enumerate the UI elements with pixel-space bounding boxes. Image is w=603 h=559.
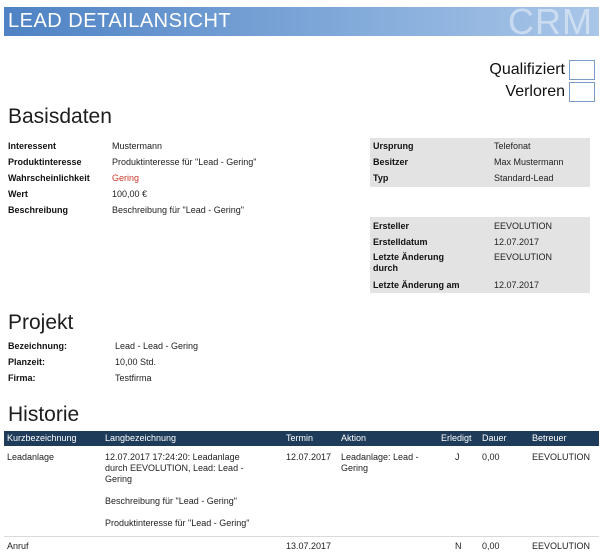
cell-erledigt: J <box>455 452 460 462</box>
column-header-erledigt[interactable]: Erledigt <box>441 433 472 443</box>
flag-verloren: Verloren <box>505 81 595 103</box>
field-value: 10,00 Std. <box>115 357 157 367</box>
meta-block: Ersteller EEVOLUTION Erstelldatum 12.07.… <box>370 217 590 293</box>
field-value: Testfirma <box>115 373 152 383</box>
field-key: Letzte Änderung durch <box>373 252 444 273</box>
cell-dauer: 0,00 <box>482 452 500 462</box>
cell-line: Produktinteresse für "Lead - Gering" <box>105 518 250 528</box>
field-wahrscheinlichkeit: Wahrscheinlichkeit Gering <box>8 170 256 186</box>
field-value: Max Mustermann <box>494 157 564 167</box>
field-key: Typ <box>373 173 389 183</box>
verloren-checkbox[interactable] <box>569 82 595 102</box>
field-value: Beschreibung für "Lead - Gering" <box>112 205 244 215</box>
table-row[interactable]: Anruf 13.07.2017 N 0,00 EEVOLUTION <box>4 541 599 555</box>
cell-line: Leadanlage: Lead - <box>341 452 419 462</box>
section-title-historie: Historie <box>8 403 80 426</box>
flag-label-verloren: Verloren <box>505 83 565 100</box>
field-key: Ursprung <box>373 141 414 151</box>
field-firma: Firma: Testfirma <box>8 370 198 386</box>
field-key: Interessent <box>8 141 57 151</box>
cell-langbezeichnung: 12.07.2017 17:24:20: Leadanlage durch EE… <box>105 452 283 529</box>
column-header-termin[interactable]: Termin <box>286 433 313 443</box>
field-value: Standard-Lead <box>494 173 554 183</box>
field-key: Wahrscheinlichkeit <box>8 173 90 183</box>
field-key: Beschreibung <box>8 205 69 215</box>
field-key: Besitzer <box>373 157 409 167</box>
source-block: Ursprung Telefonat Besitzer Max Musterma… <box>370 138 590 187</box>
field-value: 12.07.2017 <box>494 280 540 290</box>
history-table-header: Kurzbezeichnung Langbezeichnung Termin A… <box>4 431 599 446</box>
field-key: Wert <box>8 189 28 199</box>
field-key: Planzeit: <box>8 357 46 367</box>
probability-value: Gering <box>112 173 140 183</box>
field-key: Bezeichnung: <box>8 341 68 351</box>
cell-line: Beschreibung für "Lead - Gering" <box>105 496 237 506</box>
table-row[interactable]: Leadanlage 12.07.2017 17:24:20: Leadanla… <box>4 452 599 536</box>
flag-qualifiziert: Qualifiziert <box>489 59 595 81</box>
cell-kurzbezeichnung: Leadanlage <box>7 452 55 462</box>
cell-dauer: 0,00 <box>482 541 500 551</box>
cell-kurzbezeichnung: Anruf <box>7 541 29 551</box>
cell-betreuer: EEVOLUTION <box>532 452 591 462</box>
cell-line: 12.07.2017 17:24:20: Leadanlage <box>105 452 240 462</box>
field-key: Produktinteresse <box>8 157 82 167</box>
column-header-dauer[interactable]: Dauer <box>482 433 507 443</box>
section-title-basisdaten: Basisdaten <box>8 105 112 128</box>
row-divider <box>4 536 599 537</box>
field-value: 100,00 € <box>112 189 148 199</box>
field-planzeit: Planzeit: 10,00 Std. <box>8 354 198 370</box>
cell-line: Gering <box>341 463 369 473</box>
field-key: Letzte Änderung am <box>373 280 460 290</box>
cell-line <box>105 485 283 496</box>
field-key: Erstelldatum <box>373 237 428 247</box>
field-produktinteresse: Produktinteresse Produktinteresse für "L… <box>8 154 256 170</box>
field-value: Produktinteresse für "Lead - Gering" <box>112 157 257 167</box>
cell-erledigt: N <box>455 541 462 551</box>
section-title-projekt: Projekt <box>8 311 74 334</box>
column-header-betreuer[interactable]: Betreuer <box>532 433 567 443</box>
field-value: Mustermann <box>112 141 163 151</box>
projekt-fields: Bezeichnung: Lead - Lead - Gering Planze… <box>8 338 198 386</box>
qualifiziert-checkbox[interactable] <box>569 60 595 80</box>
field-interessent: Interessent Mustermann <box>8 138 256 154</box>
field-value: 12.07.2017 <box>494 237 540 247</box>
basisdaten-fields: Interessent Mustermann Produktinteresse … <box>8 138 256 218</box>
column-header-aktion[interactable]: Aktion <box>341 433 366 443</box>
column-header-langbezeichnung[interactable]: Langbezeichnung <box>105 433 176 443</box>
field-value: Lead - Lead - Gering <box>115 341 199 351</box>
field-value: Telefonat <box>494 141 531 151</box>
field-value: EEVOLUTION <box>494 252 553 262</box>
flag-label-qualifiziert: Qualifiziert <box>489 61 565 78</box>
page-header: LEAD DETAILANSICHT CRM <box>4 7 599 36</box>
page-title: LEAD DETAILANSICHT <box>8 10 232 32</box>
cell-termin: 13.07.2017 <box>286 541 332 551</box>
cell-line: Gering <box>105 474 133 484</box>
column-header-kurzbezeichnung[interactable]: Kurzbezeichnung <box>7 433 77 443</box>
cell-aktion: Leadanlage: Lead - Gering <box>341 452 419 474</box>
crm-logo: CRM <box>508 7 593 36</box>
cell-termin: 12.07.2017 <box>286 452 332 462</box>
cell-line: durch EEVOLUTION, Lead: Lead - <box>105 463 244 473</box>
field-key: Firma: <box>8 373 36 383</box>
field-beschreibung: Beschreibung Beschreibung für "Lead - Ge… <box>8 202 256 218</box>
cell-betreuer: EEVOLUTION <box>532 541 591 551</box>
cell-line <box>105 507 283 518</box>
field-value: EEVOLUTION <box>494 221 553 231</box>
field-wert: Wert 100,00 € <box>8 186 256 202</box>
field-key: Ersteller <box>373 221 410 231</box>
field-bezeichnung: Bezeichnung: Lead - Lead - Gering <box>8 338 198 354</box>
